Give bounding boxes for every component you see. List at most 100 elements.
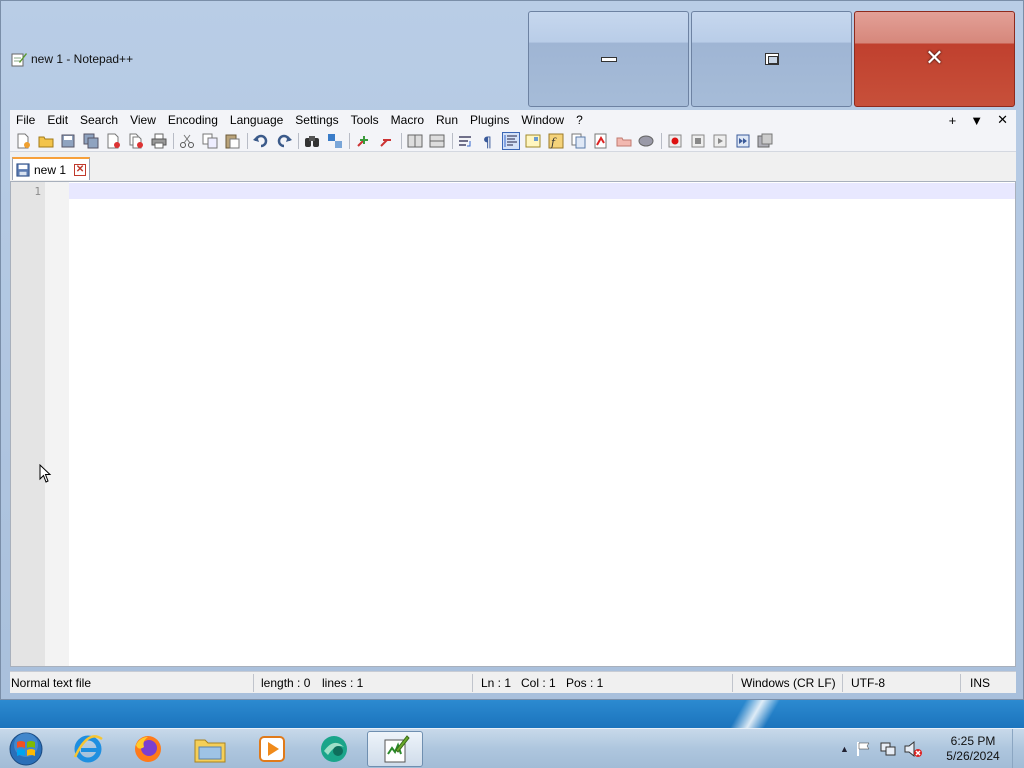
toolbar-separator: [298, 132, 300, 149]
save-all-button[interactable]: [82, 132, 100, 150]
encoding-label[interactable]: UTF-8: [851, 676, 885, 690]
action-center-flag-icon[interactable]: [855, 740, 873, 758]
menu-language[interactable]: Language: [224, 110, 289, 130]
status-separator: [472, 674, 473, 692]
menu-edit[interactable]: Edit: [41, 110, 74, 130]
taskbar-firefox[interactable]: [120, 731, 176, 767]
maximize-button[interactable]: [691, 11, 852, 107]
status-separator: [960, 674, 961, 692]
show-desktop-button[interactable]: [1012, 729, 1024, 768]
taskbar-media-player[interactable]: [244, 731, 300, 767]
column-position-label: Col : 1: [521, 676, 556, 690]
browser-app-icon: [321, 736, 347, 762]
taskbar-internet-explorer[interactable]: [60, 731, 116, 767]
cut-button[interactable]: [178, 132, 196, 150]
eol-format-label[interactable]: Windows (CR LF): [741, 676, 836, 690]
menu-encoding[interactable]: Encoding: [162, 110, 224, 130]
document-tab-strip: new 1 ✕: [10, 152, 1016, 181]
folder-as-workspace-button[interactable]: [570, 132, 588, 150]
find-button[interactable]: [303, 132, 321, 150]
menu-window[interactable]: Window: [515, 110, 570, 130]
status-separator: [253, 674, 254, 692]
new-file-icon: [17, 133, 30, 148]
network-icon[interactable]: [879, 740, 897, 758]
play-macro-button[interactable]: [711, 132, 729, 150]
current-line-highlight: [69, 183, 1015, 199]
zoom-in-button[interactable]: [354, 132, 372, 150]
volume-muted-icon[interactable]: [903, 740, 923, 758]
monitoring-button[interactable]: [592, 132, 610, 150]
menu-macro[interactable]: Macro: [385, 110, 430, 130]
menu-settings[interactable]: Settings: [289, 110, 344, 130]
close-icon: ✕: [925, 46, 944, 71]
stop-macro-button[interactable]: [689, 132, 707, 150]
print-button[interactable]: [150, 132, 168, 150]
indent-guide-button[interactable]: [501, 131, 520, 150]
restore-icon: [764, 53, 779, 65]
close-file-button[interactable]: [104, 132, 122, 150]
pilcrow-icon: ¶: [483, 135, 492, 149]
stop-icon: [691, 134, 705, 147]
menu-help[interactable]: ?: [570, 110, 589, 130]
run-macro-multiple-button[interactable]: [734, 132, 752, 150]
new-tab-plus-icon[interactable]: +: [949, 113, 957, 128]
folder-icon: [616, 137, 632, 146]
save-button[interactable]: [59, 132, 77, 150]
title-bar[interactable]: new 1 - Notepad++ ✕: [1, 1, 1023, 109]
line-number-gutter: 1: [11, 182, 45, 666]
zoom-out-icon: [380, 138, 391, 147]
taskbar-file-explorer[interactable]: [182, 731, 238, 767]
toolbar-separator: [173, 132, 175, 149]
close-document-icon[interactable]: ✕: [997, 112, 1008, 128]
taskbar-browser-app[interactable]: [306, 731, 362, 767]
redo-button[interactable]: [275, 132, 293, 150]
menu-search[interactable]: Search: [74, 110, 124, 130]
record-macro-button[interactable]: [666, 132, 684, 150]
tab-new-1[interactable]: new 1 ✕: [12, 157, 90, 180]
open-file-button[interactable]: [37, 132, 55, 150]
text-editor-area[interactable]: 1: [10, 181, 1016, 667]
word-wrap-button[interactable]: [457, 132, 475, 150]
close-all-button[interactable]: [127, 132, 145, 150]
replace-button[interactable]: [326, 132, 344, 150]
sync-vertical-button[interactable]: [406, 132, 424, 150]
sync-horizontal-button[interactable]: [428, 132, 446, 150]
show-hidden-icons-arrow-icon[interactable]: ▲: [840, 744, 849, 754]
menu-run[interactable]: Run: [430, 110, 464, 130]
tab-list-dropdown-icon[interactable]: ▼: [970, 113, 983, 128]
system-tray: ▲: [840, 729, 923, 768]
tab-close-icon[interactable]: ✕: [74, 163, 87, 176]
char-position-label: Pos : 1: [566, 676, 604, 690]
fold-margin[interactable]: [45, 182, 69, 666]
folder-button[interactable]: [615, 132, 633, 150]
window-title: new 1 - Notepad++: [31, 52, 134, 66]
minimize-button[interactable]: [528, 11, 689, 107]
mouse-cursor-icon: [39, 464, 52, 483]
status-separator: [842, 674, 843, 692]
show-all-characters-button[interactable]: ¶: [479, 132, 497, 150]
menu-tools[interactable]: Tools: [345, 110, 385, 130]
paste-button[interactable]: [223, 132, 241, 150]
file-type-label: Normal text file: [11, 676, 92, 690]
taskbar-clock[interactable]: 6:25 PM 5/26/2024: [938, 734, 1008, 764]
saved-file-icon: [16, 162, 30, 177]
menu-view[interactable]: View: [124, 110, 162, 130]
new-file-button[interactable]: [14, 132, 32, 150]
start-button[interactable]: [6, 730, 46, 768]
windows-start-orb-icon: [9, 732, 43, 766]
zoom-out-button[interactable]: [377, 132, 395, 150]
document-map-button[interactable]: [524, 132, 542, 150]
menu-file[interactable]: File: [10, 110, 41, 130]
insert-mode-label[interactable]: INS: [970, 676, 990, 690]
close-all-icon: [129, 133, 143, 148]
copy-button[interactable]: [201, 132, 219, 150]
close-window-button[interactable]: ✕: [854, 11, 1015, 107]
menu-plugins[interactable]: Plugins: [464, 110, 515, 130]
undo-button[interactable]: [252, 132, 270, 150]
taskbar-notepad-plus-plus[interactable]: [367, 731, 423, 767]
clock-time: 6:25 PM: [950, 734, 996, 748]
bookmark-button[interactable]: [637, 132, 655, 150]
toolbar-separator: [349, 132, 351, 149]
save-macro-button[interactable]: [756, 132, 774, 150]
function-list-button[interactable]: f: [547, 132, 565, 150]
